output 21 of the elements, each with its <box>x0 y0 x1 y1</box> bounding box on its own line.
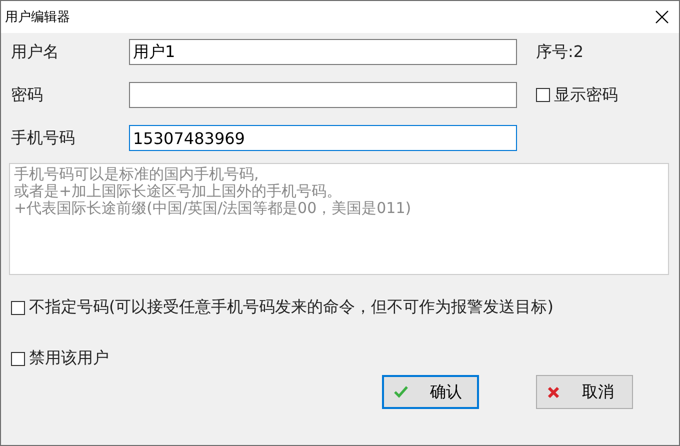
hint-text: 或者是+加上国际长途区号加上国外的手机号码。 <box>14 183 343 200</box>
hint-text: +代表国际长途前缀(中国/英国/法国等都是00，美国是011) <box>14 200 412 217</box>
input-field[interactable] <box>129 82 517 108</box>
confirm-button[interactable]: 确认 <box>382 375 479 409</box>
input-field[interactable]: 用户1 <box>129 39 517 65</box>
hint-text: 手机号码可以是标准的国内手机号码, <box>14 166 260 183</box>
field-label: 密码 <box>10 84 44 106</box>
cancel-button[interactable]: 取消 <box>536 375 633 409</box>
show-password-checkbox[interactable]: 显示密码 <box>536 84 657 106</box>
serial-number: 序号:2 <box>536 42 585 62</box>
close-icon <box>547 386 560 398</box>
close-button[interactable] <box>653 8 671 26</box>
checkbox[interactable] <box>11 300 25 314</box>
window-title: 用户编辑器 <box>5 9 70 26</box>
input-field[interactable]: 15307483969 <box>129 125 517 151</box>
check-icon <box>394 386 408 398</box>
field-label: 手机号码 <box>10 128 76 148</box>
checkbox-label: 不指定号码(可以接受任意手机号码发来的命令，但不可作为报警发送目标) <box>29 297 554 318</box>
checkbox-label: 禁用该用户 <box>29 348 109 369</box>
checkbox[interactable] <box>11 352 25 366</box>
field-label: 用户名 <box>10 42 60 62</box>
